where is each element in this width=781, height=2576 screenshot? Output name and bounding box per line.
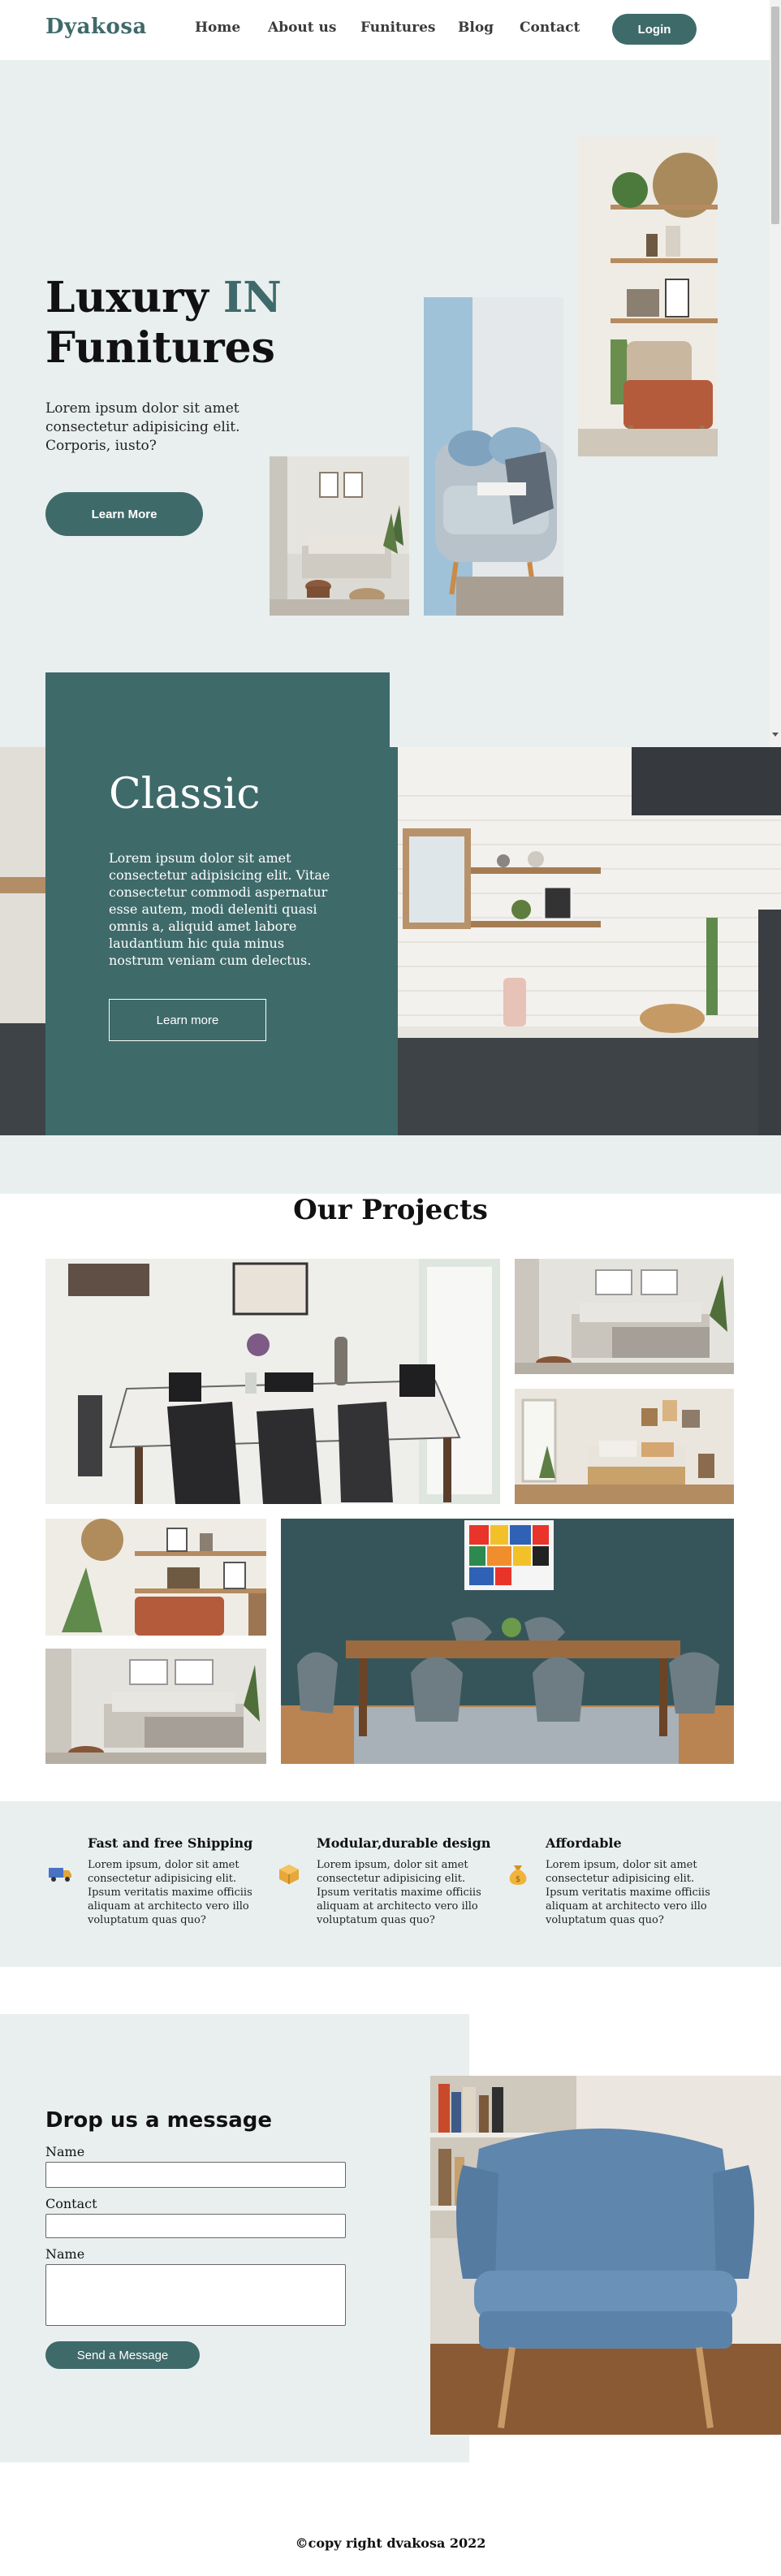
contact-section (0, 2014, 469, 2462)
project-image-dining-teal[interactable] (281, 1519, 734, 1764)
scroll-down-arrow-icon[interactable] (772, 733, 779, 737)
project-image-dining-white[interactable] (45, 1259, 500, 1504)
name-label: Name (45, 2144, 85, 2159)
hero-image-shelves (578, 136, 718, 456)
feature-description: Lorem ipsum, dolor sit amet consectetur … (88, 1859, 252, 1926)
hero-section: Luxury IN Funitures Lorem ipsum dolor si… (0, 60, 770, 747)
nav-about-us[interactable]: About us (268, 19, 336, 36)
box-icon (274, 1858, 304, 1887)
contact-label: Contact (45, 2196, 97, 2211)
hero-title-accent: IN (222, 273, 282, 322)
classic-title: Classic (109, 770, 261, 819)
hero-image-living-room (270, 456, 409, 616)
contact-input[interactable] (45, 2214, 346, 2238)
nav-funitures[interactable]: Funitures (360, 19, 436, 36)
truck-icon (45, 1858, 75, 1887)
classic-learn-more-button[interactable]: Learn more (109, 999, 266, 1041)
feature-description: Lorem ipsum, dolor sit amet consectetur … (317, 1859, 481, 1926)
classic-card: Classic Lorem ipsum dolor sit amet conse… (45, 747, 398, 1135)
feature-description: Lorem ipsum, dolor sit amet consectetur … (546, 1859, 710, 1926)
learn-more-button[interactable]: Learn More (45, 492, 203, 536)
project-image-shelves[interactable] (45, 1519, 266, 1636)
contact-title: Drop us a message (45, 2108, 273, 2133)
project-image-sofa-room-2[interactable] (45, 1649, 266, 1764)
hero-title: Luxury IN Funitures (45, 273, 282, 374)
nav-home[interactable]: Home (195, 19, 240, 36)
features-section: Fast and free Shipping Lorem ipsum, dolo… (0, 1801, 781, 1967)
hero-title-part1: Luxury (45, 273, 223, 322)
send-message-button[interactable]: Send a Message (45, 2341, 200, 2369)
project-image-sofa-room[interactable] (515, 1259, 734, 1374)
page-scrollbar[interactable] (770, 0, 781, 747)
projects-title: Our Projects (293, 1194, 488, 1226)
svg-text:$: $ (516, 1875, 520, 1884)
footer-copyright: ©copy right dvakosa 2022 (295, 2535, 486, 2551)
nav-contact[interactable]: Contact (520, 19, 580, 36)
section-divider-band (0, 1135, 781, 1194)
message-label: Name (45, 2246, 85, 2262)
scrollbar-thumb[interactable] (771, 6, 779, 224)
money-bag-icon: $ (503, 1858, 533, 1887)
hero-description: Lorem ipsum dolor sit amet consectetur a… (45, 400, 240, 454)
contact-chair-image (430, 2076, 781, 2435)
hero-image-blue-chair (424, 297, 563, 616)
classic-card-top (45, 672, 390, 747)
message-textarea[interactable] (45, 2264, 346, 2326)
login-button[interactable]: Login (612, 14, 697, 45)
name-input[interactable] (45, 2162, 346, 2188)
site-logo[interactable]: Dyakosa (45, 15, 147, 39)
feature-title: Modular,durable design (317, 1835, 491, 1851)
feature-title: Fast and free Shipping (88, 1835, 253, 1851)
nav-blog[interactable]: Blog (458, 19, 494, 36)
hero-title-line2: Funitures (45, 323, 275, 373)
classic-description: Lorem ipsum dolor sit amet consectetur a… (109, 850, 330, 968)
site-header: Dyakosa Home About us Funitures Blog Con… (0, 0, 781, 60)
project-image-bedroom[interactable] (515, 1389, 734, 1504)
feature-title: Affordable (546, 1835, 622, 1851)
